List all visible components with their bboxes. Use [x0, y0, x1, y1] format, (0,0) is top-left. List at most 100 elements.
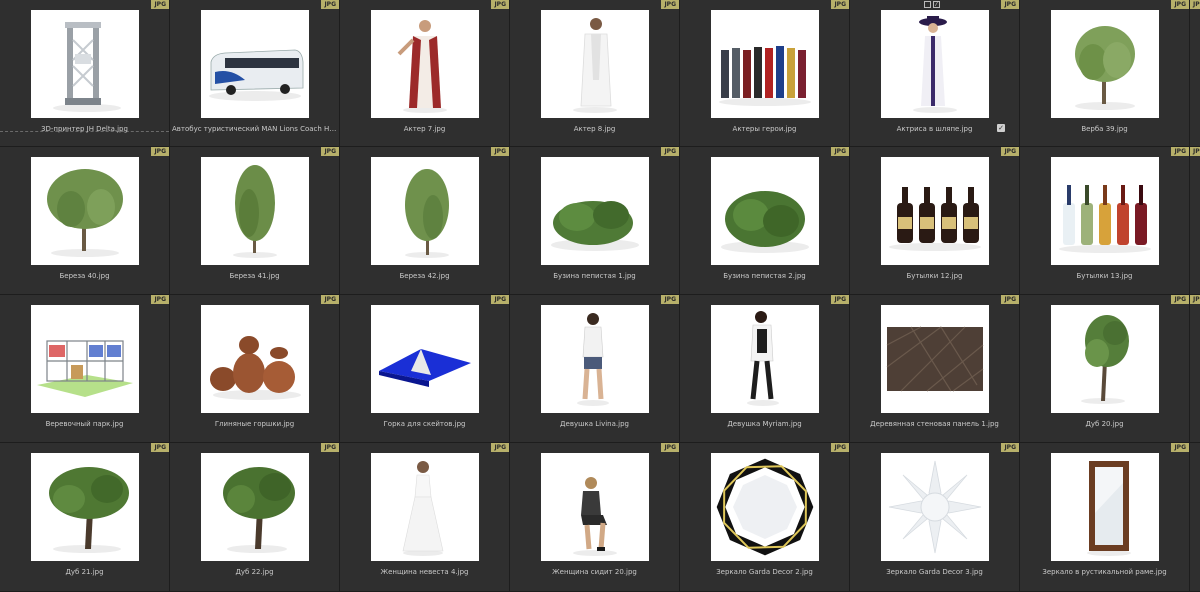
- file-name: Женщина сидит 20.jpg: [552, 568, 637, 576]
- thumbnail-item[interactable]: JPG Зеркало Garda Decor 3.jpg: [850, 443, 1020, 592]
- thumbnail-item[interactable]: JPG Береза 41.jpg: [170, 147, 340, 295]
- file-name: Верба 39.jpg: [1081, 125, 1128, 133]
- heroes-group-icon: [711, 10, 819, 118]
- thumbnail-item[interactable]: JPG 3D-принтер JH Delta.jpg: [0, 0, 170, 147]
- file-type-badge: JPG: [661, 147, 679, 156]
- file-type-badge: JPG: [1171, 295, 1189, 304]
- file-type-badge: JPG: [661, 443, 679, 452]
- file-name: Дуб 20.jpg: [1085, 420, 1124, 428]
- thumbnail-item[interactable]: JPG Бутылки 12.jpg: [850, 147, 1020, 295]
- thumbnail-item[interactable]: JPG Девушка Livina.jpg: [510, 295, 680, 443]
- thumbnail-item[interactable]: JPG Глиняные горшки.jpg: [170, 295, 340, 443]
- birch-tree-icon: [201, 157, 309, 265]
- file-type-badge: JPG: [1190, 295, 1200, 304]
- mirror-rustic-icon: [1051, 453, 1159, 561]
- file-name: Автобус туристический MAN Lions Coach HT…: [172, 125, 337, 133]
- thumbnail-item[interactable]: JPG ⁄ Актриса в шляпе.jpg ✓: [850, 0, 1020, 147]
- file-type-badge: JPG: [1171, 443, 1189, 452]
- thumbnail-item[interactable]: JPG Женщина невеста 4.jpg: [340, 443, 510, 592]
- thumbnail-item[interactable]: JPG Автобус туристический MAN Lions Coac…: [170, 0, 340, 147]
- file-type-badge: JPG: [151, 443, 169, 452]
- file-type-badge: JPG: [1190, 0, 1200, 9]
- file-name: Береза 40.jpg: [59, 272, 110, 280]
- file-name: Глиняные горшки.jpg: [214, 420, 295, 428]
- file-name: Актер 8.jpg: [573, 125, 616, 133]
- thumbnail-item[interactable]: JPG Дуб 20.jpg: [1020, 295, 1190, 443]
- birch-tree-icon: [371, 157, 479, 265]
- file-name: Девушка Myriam.jpg: [727, 420, 802, 428]
- thumbnail-item[interactable]: JPG Береза 40.jpg: [0, 147, 170, 295]
- file-name: Береза 41.jpg: [229, 272, 280, 280]
- shrub-icon: [711, 157, 819, 265]
- girl-walking-icon: [711, 305, 819, 413]
- thumbnail-item[interactable]: JPG Береза 42.jpg: [340, 147, 510, 295]
- file-type-badge: JPG: [1171, 147, 1189, 156]
- thumbnail-grid: JPG 3D-принтер JH Delta.jpg JPG Автобус …: [0, 0, 1200, 592]
- oak-tree-icon: [1051, 305, 1159, 413]
- file-type-badge: JPG: [321, 147, 339, 156]
- file-name: Дуб 22.jpg: [235, 568, 274, 576]
- file-type-badge: JPG: [491, 295, 509, 304]
- file-type-badge: JPG: [831, 295, 849, 304]
- clay-pots-icon: [201, 305, 309, 413]
- oak-tree-icon: [31, 453, 139, 561]
- file-name: Бутылки 12.jpg: [906, 272, 963, 280]
- pencil-icon[interactable]: ⁄: [933, 1, 940, 8]
- woman-sitting-icon: [541, 453, 649, 561]
- file-type-badge: JPG: [831, 147, 849, 156]
- file-type-badge: JPG: [1001, 0, 1019, 9]
- thumbnail-item[interactable]: JPG Зеркало в рустикальной раме.jpg: [1020, 443, 1190, 592]
- shrub-icon: [541, 157, 649, 265]
- thumbnail-item[interactable]: JPG Деревянная стеновая панель 1.jpg: [850, 295, 1020, 443]
- wood-panel-icon: [881, 305, 989, 413]
- file-type-badge: JPG: [151, 295, 169, 304]
- bottles-color-icon: [1051, 157, 1159, 265]
- file-type-badge: JPG: [491, 443, 509, 452]
- file-name: Бутылки 13.jpg: [1076, 272, 1133, 280]
- file-name: Веревочный парк.jpg: [45, 420, 124, 428]
- selected-checkbox[interactable]: ✓: [997, 124, 1005, 132]
- grid-edge: JPG: [1190, 295, 1200, 443]
- bride-icon: [371, 453, 479, 561]
- thumbnail-item[interactable]: JPG Актер 7.jpg: [340, 0, 510, 147]
- file-name: Актеры герои.jpg: [732, 125, 797, 133]
- thumbnail-item[interactable]: JPG Девушка Myriam.jpg: [680, 295, 850, 443]
- bottles-dark-icon: [881, 157, 989, 265]
- file-type-badge: JPG: [321, 295, 339, 304]
- thumbnail-item[interactable]: JPG Горка для скейтов.jpg: [340, 295, 510, 443]
- thumbnail-item[interactable]: JPG Бутылки 13.jpg: [1020, 147, 1190, 295]
- mirror-sunburst-icon: [881, 453, 989, 561]
- thumbnail-item[interactable]: JPG Бузина пепистая 1.jpg: [510, 147, 680, 295]
- square-icon[interactable]: [924, 1, 931, 8]
- file-name: Береза 42.jpg: [399, 272, 450, 280]
- file-type-badge: JPG: [491, 0, 509, 9]
- item-toolbar: ⁄: [924, 1, 940, 8]
- rope-park-icon: [31, 305, 139, 413]
- thumbnail-item[interactable]: JPG Верба 39.jpg: [1020, 0, 1190, 147]
- actress-hat-icon: [881, 10, 989, 118]
- thumbnail-item[interactable]: JPG Женщина сидит 20.jpg: [510, 443, 680, 592]
- willow-tree-icon: [1051, 10, 1159, 118]
- file-name: Девушка Livina.jpg: [560, 420, 629, 428]
- grid-edge: JPG: [1190, 0, 1200, 147]
- oak-tree-icon: [201, 453, 309, 561]
- file-name: Зеркало Garda Decor 3.jpg: [886, 568, 983, 576]
- file-type-badge: JPG: [831, 0, 849, 9]
- bus-icon: [201, 10, 309, 118]
- thumbnail-item[interactable]: JPG Актер 8.jpg: [510, 0, 680, 147]
- thumbnail-item[interactable]: JPG Бузина пепистая 2.jpg: [680, 147, 850, 295]
- grid-edge: JPG: [1190, 147, 1200, 295]
- thumbnail-item[interactable]: JPG Дуб 21.jpg: [0, 443, 170, 592]
- file-name: Женщина невеста 4.jpg: [380, 568, 469, 576]
- file-type-badge: JPG: [321, 0, 339, 9]
- file-type-badge: JPG: [151, 0, 169, 9]
- thumbnail-item[interactable]: JPG Дуб 22.jpg: [170, 443, 340, 592]
- thumbnail-item[interactable]: JPG Веревочный парк.jpg: [0, 295, 170, 443]
- file-name: Горка для скейтов.jpg: [383, 420, 466, 428]
- thumbnail-item[interactable]: JPG Зеркало Garda Decor 2.jpg: [680, 443, 850, 592]
- file-type-badge: JPG: [1001, 147, 1019, 156]
- file-type-badge: JPG: [831, 443, 849, 452]
- file-name: Дуб 21.jpg: [65, 568, 104, 576]
- file-name: Зеркало Garda Decor 2.jpg: [716, 568, 813, 576]
- thumbnail-item[interactable]: JPG Актеры герои.jpg: [680, 0, 850, 147]
